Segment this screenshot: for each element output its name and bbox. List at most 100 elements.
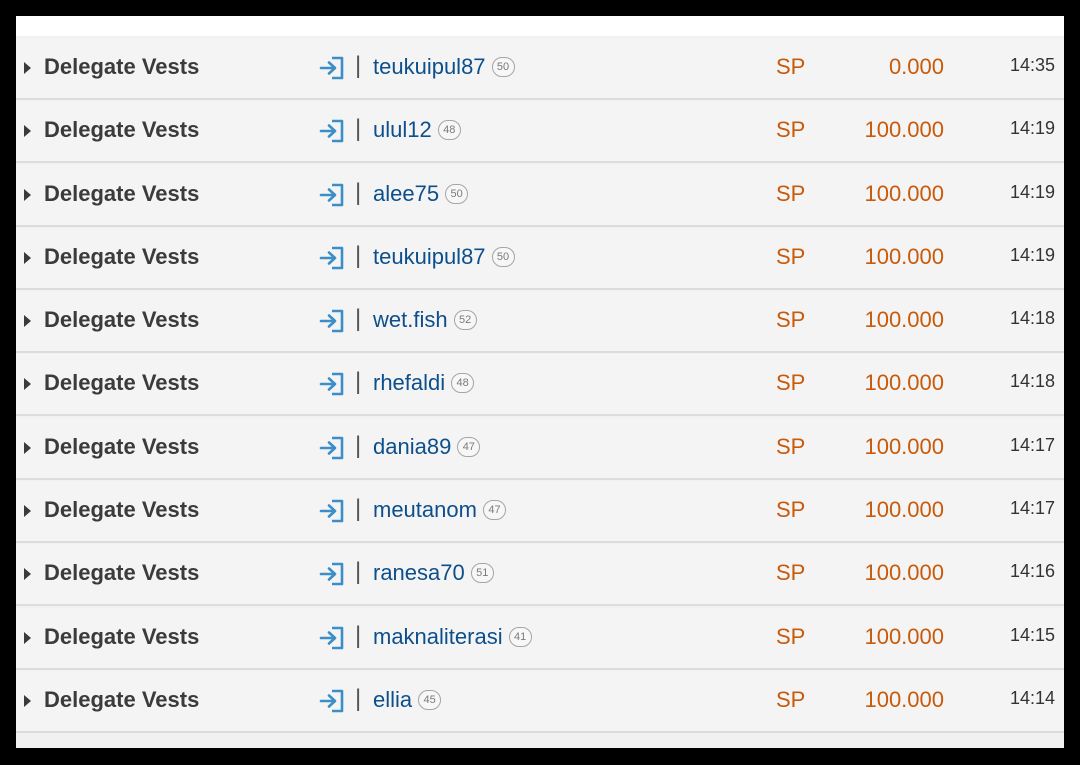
operation-row[interactable]: Delegate Vests | maknaliterasi 41 SP 100…	[16, 607, 1064, 668]
user-link[interactable]: wet.fish	[373, 307, 448, 333]
reputation-badge: 48	[451, 373, 475, 394]
caret-right-icon[interactable]	[24, 631, 31, 644]
operation-row[interactable]: Delegate Vests | ellia 45 SP 100.000 14:…	[16, 670, 1064, 731]
timestamp: 14:19	[1009, 118, 1055, 139]
caret-right-icon[interactable]	[24, 441, 31, 454]
amount-value: 100.000	[864, 243, 944, 269]
sign-in-icon	[319, 626, 344, 649]
operation-row[interactable]: Delegate Vests | meutanom 47 SP 100.000 …	[16, 481, 1064, 542]
separator: |	[355, 241, 362, 269]
caret-right-icon[interactable]	[24, 125, 31, 138]
sign-in-icon	[319, 499, 344, 523]
sign-in-icon	[319, 119, 344, 143]
user-link[interactable]: rhefaldi	[373, 370, 445, 396]
user-cell: ranesa70 51	[373, 560, 494, 586]
reputation-badge: 52	[453, 310, 477, 331]
currency-unit: SP	[776, 307, 806, 333]
reputation-badge: 41	[508, 626, 532, 647]
user-link[interactable]: dania89	[373, 434, 451, 460]
operation-type: Delegate Vests	[44, 686, 200, 712]
separator: |	[355, 684, 362, 712]
operations-panel: Delegate Vests | teukuipul87 50 SP 0.000…	[16, 16, 1064, 748]
sign-in-icon	[319, 373, 344, 396]
reputation-badge: 50	[445, 183, 469, 204]
user-cell: teukuipul87 50	[373, 244, 515, 270]
user-link[interactable]: ulul12	[373, 117, 432, 143]
reputation-badge: 47	[482, 500, 506, 521]
user-cell: maknaliterasi 41	[373, 624, 532, 650]
currency-unit: SP	[776, 243, 806, 269]
operation-row[interactable]: Delegate Vests | alee75 50 SP 100.000 14…	[16, 164, 1064, 225]
timestamp: 14:18	[1009, 308, 1055, 329]
operation-row[interactable]: Delegate Vests | wet.fish 52 SP 100.000 …	[16, 291, 1064, 352]
operation-row[interactable]: Delegate Vests | dania89 47 SP 100.000 1…	[16, 417, 1064, 478]
user-link[interactable]: teukuipul87	[373, 244, 486, 270]
timestamp: 14:14	[1009, 687, 1055, 708]
caret-right-icon[interactable]	[24, 188, 31, 201]
operation-type: Delegate Vests	[44, 370, 200, 396]
currency-unit: SP	[776, 54, 806, 79]
currency-unit: SP	[776, 370, 806, 396]
sign-in-icon	[319, 563, 344, 586]
currency-unit: SP	[776, 117, 806, 143]
timestamp: 14:15	[1009, 624, 1055, 645]
sign-in-icon	[319, 309, 344, 333]
operation-type: Delegate Vests	[44, 243, 200, 269]
timestamp: 14:19	[1009, 181, 1055, 202]
caret-right-icon[interactable]	[24, 62, 31, 74]
operation-type: Delegate Vests	[44, 433, 200, 459]
user-cell: ulul12 48	[373, 117, 461, 143]
sign-in-icon	[319, 246, 344, 270]
operation-type: Delegate Vests	[44, 307, 200, 333]
reputation-badge: 51	[470, 563, 494, 584]
user-link[interactable]: ranesa70	[373, 560, 465, 586]
caret-right-icon[interactable]	[24, 378, 31, 391]
amount-value: 100.000	[864, 560, 944, 586]
user-link[interactable]: alee75	[373, 181, 439, 207]
user-cell: dania89 47	[373, 434, 481, 460]
separator: |	[355, 495, 362, 523]
timestamp: 14:17	[1009, 498, 1055, 519]
separator: |	[355, 52, 362, 79]
caret-right-icon[interactable]	[24, 568, 31, 581]
separator: |	[355, 178, 362, 206]
amount-value: 100.000	[864, 623, 944, 649]
user-cell: alee75 50	[373, 181, 469, 207]
user-cell: wet.fish 52	[373, 307, 477, 333]
currency-unit: SP	[776, 686, 806, 712]
amount-value: 100.000	[864, 497, 944, 523]
sign-in-icon	[319, 183, 344, 206]
amount-value: 100.000	[864, 433, 944, 459]
panel-top-edge	[16, 16, 1064, 36]
operation-row[interactable]: Delegate Vests | teukuipul87 50 SP 0.000…	[16, 38, 1064, 98]
operation-row[interactable]: Delegate Vests | teukuipul87 50 SP 100.0…	[16, 227, 1064, 288]
timestamp: 14:19	[1009, 244, 1055, 265]
caret-right-icon[interactable]	[24, 251, 31, 264]
operation-row[interactable]: Delegate Vests | ulul12 48 SP 100.000 14…	[16, 101, 1064, 162]
operation-type: Delegate Vests	[44, 623, 200, 649]
operation-row[interactable]: Delegate Vests | rhefaldi 48 SP 100.000 …	[16, 354, 1064, 415]
operation-row[interactable]: Delegate Vests | ranesa70 51 SP 100.000 …	[16, 544, 1064, 605]
reputation-badge: 50	[491, 246, 515, 267]
user-link[interactable]: teukuipul87	[373, 54, 486, 80]
reputation-badge: 50	[491, 57, 515, 77]
separator: |	[355, 368, 362, 396]
caret-right-icon[interactable]	[24, 694, 31, 707]
user-link[interactable]: meutanom	[373, 497, 477, 523]
separator: |	[355, 621, 362, 649]
sign-in-icon	[319, 689, 344, 713]
caret-right-icon[interactable]	[24, 315, 31, 328]
user-link[interactable]: ellia	[373, 687, 412, 713]
sign-in-icon	[319, 436, 344, 460]
separator: |	[355, 431, 362, 459]
amount-value: 100.000	[864, 117, 944, 143]
amount-value: 100.000	[864, 686, 944, 712]
caret-right-icon[interactable]	[24, 505, 31, 518]
user-link[interactable]: maknaliterasi	[373, 624, 503, 650]
amount-value: 100.000	[864, 370, 944, 396]
operation-type: Delegate Vests	[44, 117, 200, 143]
reputation-badge: 48	[437, 120, 461, 141]
reputation-badge: 47	[457, 436, 481, 457]
sign-in-icon	[319, 56, 344, 80]
user-cell: ellia 45	[373, 687, 442, 713]
